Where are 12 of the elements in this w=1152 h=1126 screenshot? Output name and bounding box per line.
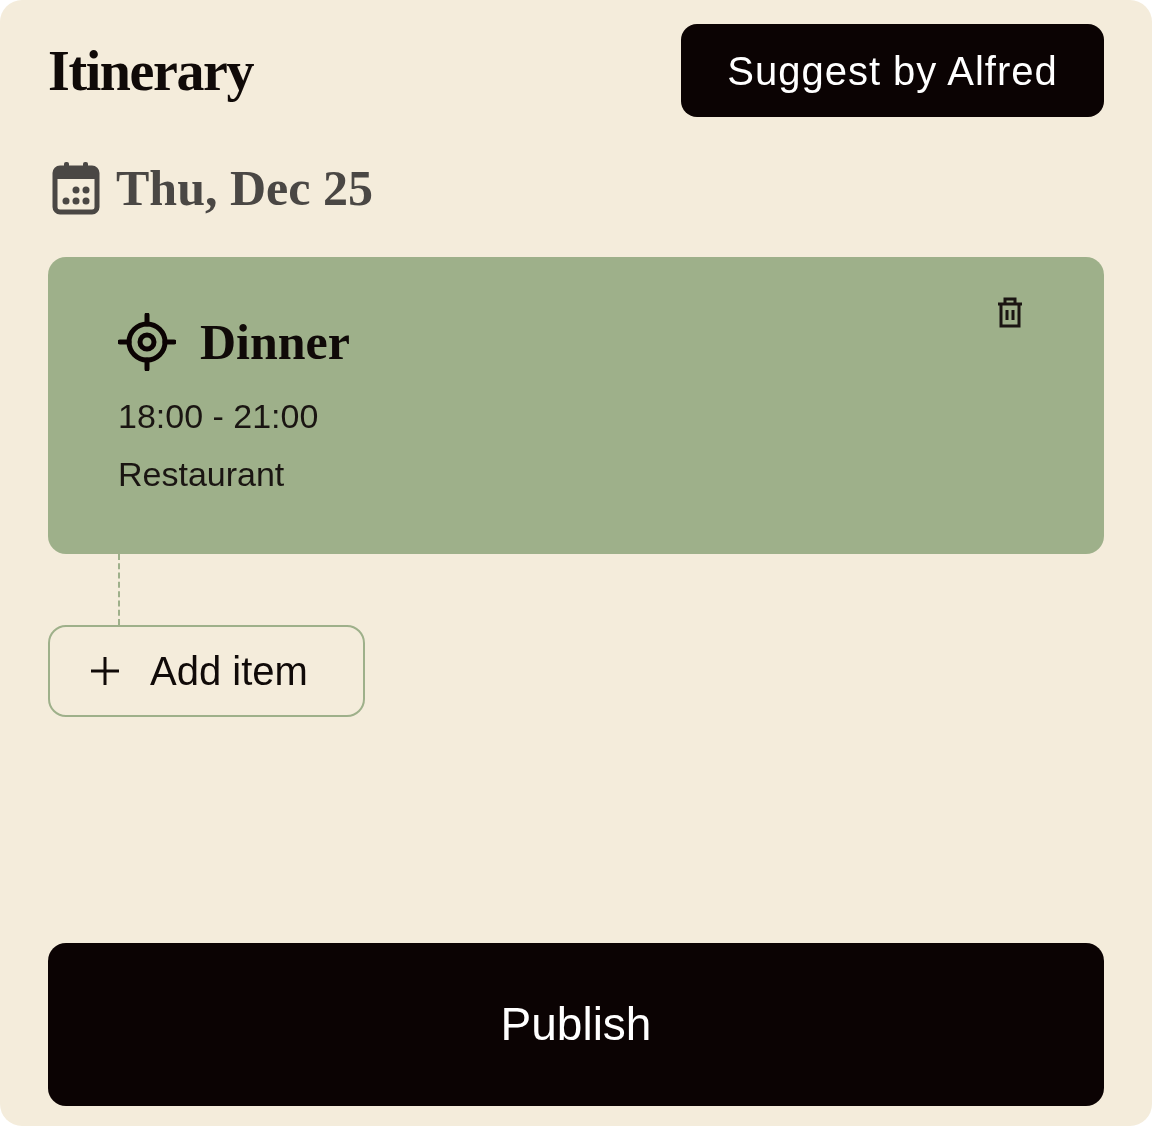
itinerary-card[interactable]: Dinner 18:00 - 21:00 Restaurant [48, 257, 1104, 554]
item-time: 18:00 - 21:00 [118, 399, 320, 433]
item-place: Restaurant [118, 457, 286, 491]
trash-icon[interactable] [996, 297, 1024, 329]
add-item-button[interactable]: Add item [48, 625, 365, 717]
publish-button[interactable]: Publish [48, 943, 1104, 1106]
item-title: Dinner [200, 317, 350, 367]
calendar-icon [52, 161, 100, 215]
day-date: Thu, Dec 25 [116, 163, 373, 213]
target-icon [118, 313, 176, 371]
suggest-button[interactable]: Suggest by Alfred [681, 24, 1104, 117]
plus-icon [90, 656, 120, 686]
